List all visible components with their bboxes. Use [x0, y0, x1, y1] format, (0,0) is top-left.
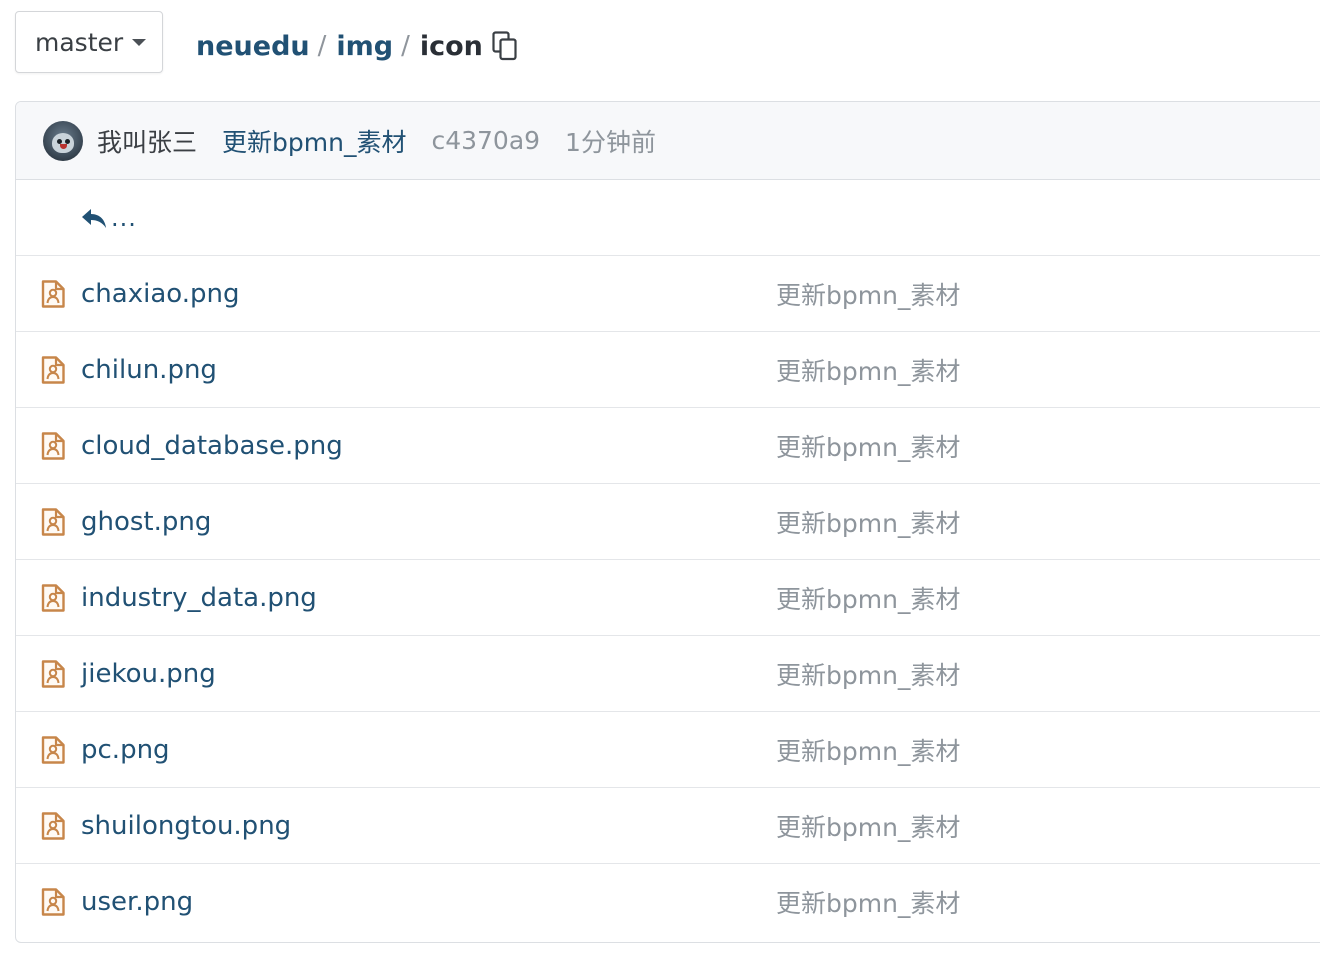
commit-author[interactable]: 我叫张三	[97, 123, 197, 159]
caret-down-icon	[132, 38, 147, 46]
breadcrumb-item-img[interactable]: img	[336, 31, 393, 62]
breadcrumb-current: icon	[419, 30, 483, 62]
file-commit-message[interactable]: 更新bpmn_素材	[776, 428, 960, 464]
file-commit-message[interactable]: 更新bpmn_素材	[776, 276, 960, 312]
file-row[interactable]: pc.png 更新bpmn_素材	[16, 712, 1320, 788]
breadcrumb-item-neuedu[interactable]: neuedu	[196, 31, 310, 62]
file-name-link[interactable]: chilun.png	[81, 355, 217, 385]
file-row[interactable]: shuilongtou.png 更新bpmn_素材	[16, 788, 1320, 864]
file-row[interactable]: cloud_database.png 更新bpmn_素材	[16, 408, 1320, 484]
file-commit-message[interactable]: 更新bpmn_素材	[776, 580, 960, 616]
avatar[interactable]	[43, 120, 83, 161]
parent-directory-label: ...	[111, 203, 137, 232]
latest-commit-bar: 我叫张三 更新bpmn_素材 c4370a9 1分钟前	[16, 102, 1320, 180]
breadcrumb-separator: /	[317, 31, 327, 61]
image-file-icon	[41, 735, 65, 764]
file-row[interactable]: chilun.png 更新bpmn_素材	[16, 332, 1320, 408]
file-commit-message[interactable]: 更新bpmn_素材	[776, 656, 960, 692]
file-row[interactable]: chaxiao.png 更新bpmn_素材	[16, 256, 1320, 332]
image-file-icon	[41, 507, 65, 536]
image-file-icon	[41, 355, 65, 384]
file-name-link[interactable]: user.png	[81, 887, 193, 917]
repo-header: master neuedu / img / icon	[0, 0, 1320, 88]
file-row[interactable]: jiekou.png 更新bpmn_素材	[16, 636, 1320, 712]
file-name-link[interactable]: chaxiao.png	[81, 279, 239, 309]
file-commit-message[interactable]: 更新bpmn_素材	[776, 884, 960, 920]
image-file-icon	[41, 811, 65, 840]
file-name-link[interactable]: shuilongtou.png	[81, 811, 291, 841]
reply-arrow-icon	[82, 208, 106, 228]
file-row[interactable]: user.png 更新bpmn_素材	[16, 864, 1320, 940]
image-file-icon	[41, 583, 65, 612]
image-file-icon	[41, 431, 65, 460]
parent-directory-link[interactable]: ...	[81, 204, 137, 232]
file-name-link[interactable]: pc.png	[81, 735, 170, 765]
branch-selector-button[interactable]: master	[15, 11, 163, 73]
file-name-link[interactable]: industry_data.png	[81, 583, 317, 613]
file-row[interactable]: ghost.png 更新bpmn_素材	[16, 484, 1320, 560]
commit-message[interactable]: 更新bpmn_素材	[222, 123, 406, 159]
file-commit-message[interactable]: 更新bpmn_素材	[776, 808, 960, 844]
image-file-icon	[41, 659, 65, 688]
commit-sha[interactable]: c4370a9	[431, 126, 540, 155]
image-file-icon	[41, 888, 65, 916]
breadcrumb-separator: /	[401, 31, 410, 61]
image-file-icon	[41, 279, 65, 308]
parent-directory-row[interactable]: ...	[16, 180, 1320, 256]
file-commit-message[interactable]: 更新bpmn_素材	[776, 504, 960, 540]
breadcrumb: neuedu / img / icon	[196, 24, 518, 68]
file-name-link[interactable]: cloud_database.png	[81, 431, 343, 461]
branch-label: master	[35, 27, 124, 57]
file-commit-message[interactable]: 更新bpmn_素材	[776, 352, 960, 388]
file-commit-message[interactable]: 更新bpmn_素材	[776, 732, 960, 768]
commit-time: 1分钟前	[565, 127, 656, 157]
copy-icon[interactable]	[492, 31, 518, 61]
file-row[interactable]: industry_data.png 更新bpmn_素材	[16, 560, 1320, 636]
file-name-link[interactable]: ghost.png	[81, 507, 211, 537]
file-tree-panel: 我叫张三 更新bpmn_素材 c4370a9 1分钟前 ... chaxiao.…	[15, 101, 1320, 943]
file-name-link[interactable]: jiekou.png	[81, 659, 216, 689]
